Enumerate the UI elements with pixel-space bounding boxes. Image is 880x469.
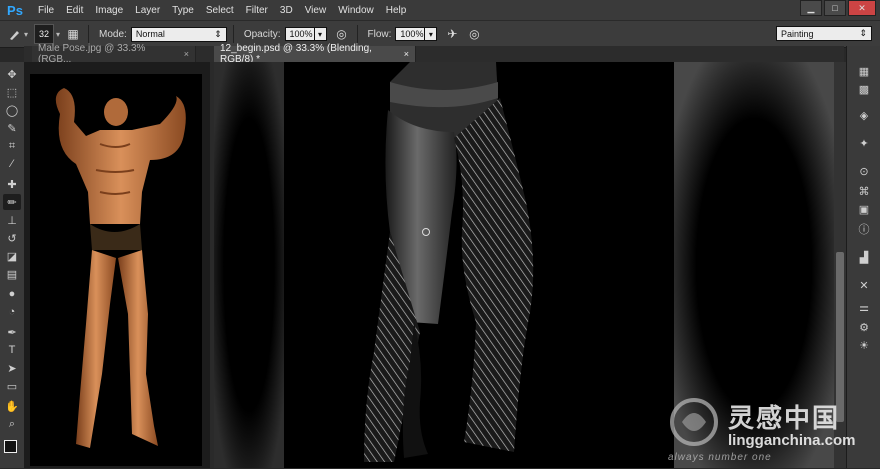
lasso-tool-icon[interactable]: ◯ bbox=[3, 102, 21, 118]
tools-panel: ✥ ⬚ ◯ ✎ ⌗ ⁄ ✚ ✏ ⊥ ↺ ◪ ▤ ● ◔ ✒ T ➤ ▭ ✋ ⌕ bbox=[0, 62, 25, 468]
character-panel-icon[interactable]: ⚙ bbox=[856, 320, 872, 334]
menu-item-layer[interactable]: Layer bbox=[129, 5, 166, 16]
menu-item-select[interactable]: Select bbox=[200, 5, 240, 16]
pressure-opacity-icon[interactable]: ◎ bbox=[333, 25, 351, 43]
actions-panel-icon[interactable]: ✕ bbox=[856, 278, 872, 292]
document-tabs: Male Pose.jpg @ 33.3% (RGB... × 12_begin… bbox=[24, 43, 844, 65]
color-panel-icon[interactable]: ▦ bbox=[856, 64, 872, 78]
site-watermark: 灵感中国 lingganchina.com always number one bbox=[666, 396, 876, 466]
eraser-tool-icon[interactable]: ◪ bbox=[3, 248, 21, 264]
menu-item-3d[interactable]: 3D bbox=[274, 5, 299, 16]
mode-select[interactable]: Normal ⇕ bbox=[130, 26, 227, 42]
close-tab-icon[interactable]: × bbox=[404, 49, 409, 59]
watermark-logo-icon bbox=[670, 398, 718, 446]
menu-item-type[interactable]: Type bbox=[166, 5, 200, 16]
gradient-tool-icon[interactable]: ▤ bbox=[3, 266, 21, 282]
workspace-select[interactable]: Painting ⇕ bbox=[776, 26, 872, 41]
tab-male-pose[interactable]: Male Pose.jpg @ 33.3% (RGB... × bbox=[32, 43, 196, 65]
navigator-panel-icon[interactable]: ☀ bbox=[856, 338, 872, 352]
properties-panel-icon[interactable]: ⚌ bbox=[856, 300, 872, 314]
watermark-tagline: always number one bbox=[668, 452, 772, 463]
flow-label: Flow: bbox=[367, 28, 392, 40]
minimize-button[interactable]: ▁ bbox=[800, 0, 822, 16]
menu-item-view[interactable]: View bbox=[299, 5, 333, 16]
move-tool-icon[interactable]: ✥ bbox=[3, 66, 21, 82]
history-panel-icon[interactable]: ▣ bbox=[856, 202, 872, 216]
flow-input[interactable]: 100% bbox=[395, 27, 426, 41]
clone-stamp-tool-icon[interactable]: ⊥ bbox=[3, 212, 21, 228]
brush-preset-icon[interactable] bbox=[6, 25, 24, 43]
mode-label: Mode: bbox=[99, 28, 127, 40]
opacity-label: Opacity: bbox=[243, 28, 281, 40]
foreground-color-swatch[interactable] bbox=[4, 440, 17, 453]
brush-size-dropdown-icon[interactable]: ▾ bbox=[56, 30, 60, 39]
shape-tool-icon[interactable]: ▭ bbox=[3, 378, 21, 394]
reference-photo-frame bbox=[30, 74, 202, 466]
dodge-tool-icon[interactable]: ◔ bbox=[3, 304, 21, 320]
menu-bar: Ps File Edit Image Layer Type Select Filter 3D V… bbox=[0, 0, 880, 20]
history-brush-tool-icon[interactable]: ↺ bbox=[3, 230, 21, 246]
brush-size-picker[interactable]: 32 bbox=[34, 24, 55, 44]
adjustments-panel-icon[interactable]: ▟ bbox=[856, 250, 872, 264]
crop-tool-icon[interactable]: ⌗ bbox=[3, 138, 21, 154]
watermark-chinese-text: 灵感中国 bbox=[728, 403, 841, 433]
pressure-size-icon[interactable]: ◎ bbox=[465, 25, 483, 43]
channels-panel-icon[interactable]: ⊙ bbox=[856, 164, 872, 178]
workspace-value: Painting bbox=[781, 28, 814, 39]
menu-item-filter[interactable]: Filter bbox=[240, 5, 274, 16]
airbrush-icon[interactable]: ✈ bbox=[443, 25, 461, 43]
menu-item-window[interactable]: Window bbox=[332, 5, 380, 16]
type-tool-icon[interactable]: T bbox=[3, 342, 21, 358]
brush-tool-icon[interactable]: ✏ bbox=[3, 194, 21, 210]
flow-dropdown-icon[interactable]: ▾ bbox=[425, 27, 438, 41]
bodybuilder-reference-photo bbox=[55, 88, 186, 448]
opacity-dropdown-icon[interactable]: ▾ bbox=[314, 27, 327, 41]
zoom-tool-icon[interactable]: ⌕ bbox=[3, 416, 21, 432]
menu-item-file[interactable]: File bbox=[32, 5, 60, 16]
menu-item-help[interactable]: Help bbox=[380, 5, 413, 16]
blur-tool-icon[interactable]: ● bbox=[3, 286, 21, 302]
eyedropper-tool-icon[interactable]: ⁄ bbox=[3, 156, 21, 172]
pen-tool-icon[interactable]: ✒ bbox=[3, 324, 21, 340]
info-panel-icon[interactable]: ⓘ bbox=[856, 222, 872, 236]
opacity-input[interactable]: 100% bbox=[284, 27, 315, 41]
preset-dropdown-arrow-icon[interactable]: ▾ bbox=[24, 30, 28, 39]
brush-panel-icon[interactable]: ✦ bbox=[856, 136, 872, 150]
photoshop-logo: Ps bbox=[7, 2, 23, 18]
menu-item-edit[interactable]: Edit bbox=[60, 5, 89, 16]
menu-item-image[interactable]: Image bbox=[89, 5, 129, 16]
mode-value: Normal bbox=[135, 29, 165, 39]
layers-panel-icon[interactable]: ◈ bbox=[856, 108, 872, 122]
paths-panel-icon[interactable]: ⌘ bbox=[856, 184, 872, 198]
path-select-tool-icon[interactable]: ➤ bbox=[3, 360, 21, 376]
close-window-button[interactable]: ✕ bbox=[848, 0, 876, 16]
brush-panel-toggle-icon[interactable]: ▦ bbox=[64, 25, 82, 43]
marquee-tool-icon[interactable]: ⬚ bbox=[3, 84, 21, 100]
workspace-dropdown-icon: ⇕ bbox=[859, 28, 867, 38]
spot-heal-tool-icon[interactable]: ✚ bbox=[3, 176, 21, 192]
quick-select-tool-icon[interactable]: ✎ bbox=[3, 120, 21, 136]
swatches-panel-icon[interactable]: ▩ bbox=[856, 82, 872, 96]
hand-tool-icon[interactable]: ✋ bbox=[3, 398, 21, 414]
mode-dropdown-icon: ⇕ bbox=[214, 28, 222, 39]
reference-document-canvas[interactable] bbox=[24, 62, 210, 468]
tab-12-begin[interactable]: 12_begin.psd @ 33.3% (Blending, RGB/8) *… bbox=[214, 43, 416, 65]
maximize-button[interactable]: □ bbox=[824, 0, 846, 16]
close-tab-icon[interactable]: × bbox=[184, 49, 189, 59]
watermark-url: lingganchina.com bbox=[728, 432, 856, 449]
